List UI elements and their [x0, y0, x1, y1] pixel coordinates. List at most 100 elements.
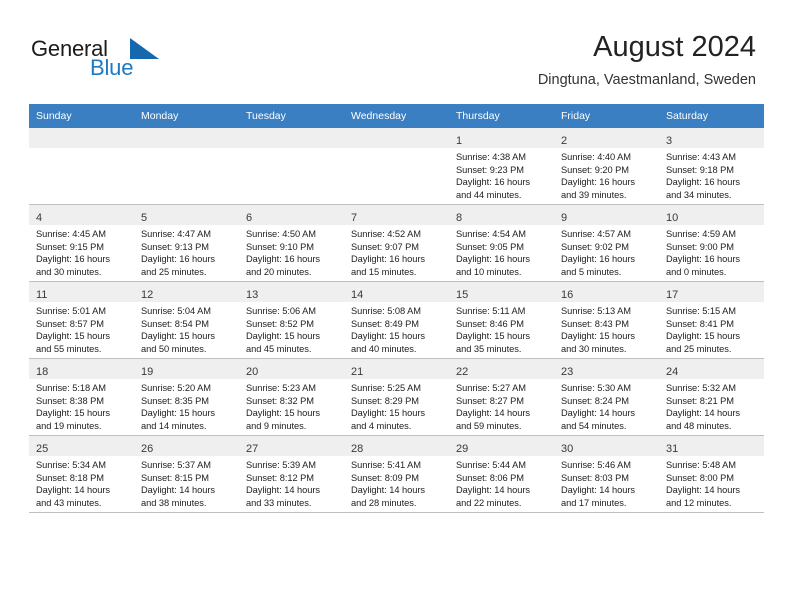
day-cell-inner: 1 Sunrise: 4:38 AM Sunset: 9:23 PM Daylight… [449, 128, 554, 204]
calendar-day-cell[interactable]: 26 Sunrise: 5:37 AM Sunset: 8:15 PM Dayligh… [134, 435, 239, 513]
day-cell-inner [344, 128, 449, 204]
daylight-text: Daylight: 15 hours [561, 331, 636, 342]
sunrise-text: Sunrise: 5:32 AM [666, 383, 736, 393]
day-number-band [134, 128, 239, 148]
daylight-text: and 19 minutes. [36, 420, 102, 431]
calendar-day-cell[interactable]: 5 Sunrise: 4:47 AM Sunset: 9:13 PM Daylight… [134, 204, 239, 282]
sunset-text: Sunset: 8:46 PM [456, 318, 524, 329]
day-cell-inner: 22 Sunrise: 5:27 AM Sunset: 8:27 PM Dayligh… [449, 359, 554, 435]
calendar-day-cell[interactable]: 2 Sunrise: 4:40 AM Sunset: 9:20 PM Daylight… [554, 128, 659, 205]
day-cell-inner: 9 Sunrise: 4:57 AM Sunset: 9:02 PM Daylight… [554, 205, 659, 281]
sun-info-block: Sunrise: 5:23 AM Sunset: 8:32 PM Daylight:… [246, 382, 338, 432]
daylight-text: and 25 minutes. [666, 343, 732, 354]
calendar-day-cell[interactable]: 15 Sunrise: 5:11 AM Sunset: 8:46 PM Dayligh… [449, 281, 554, 359]
calendar-day-cell[interactable]: 24 Sunrise: 5:32 AM Sunset: 8:21 PM Dayligh… [659, 358, 764, 436]
day-number: 18 [36, 366, 49, 378]
calendar-day-cell[interactable]: 29 Sunrise: 5:44 AM Sunset: 8:06 PM Dayligh… [449, 435, 554, 513]
sunrise-text: Sunrise: 5:18 AM [36, 383, 106, 393]
daylight-text: Daylight: 15 hours [36, 408, 111, 419]
sunrise-text: Sunrise: 5:23 AM [246, 383, 316, 393]
calendar-day-cell[interactable]: 25 Sunrise: 5:34 AM Sunset: 8:18 PM Dayligh… [29, 435, 134, 513]
calendar-day-cell[interactable]: 4 Sunrise: 4:45 AM Sunset: 9:15 PM Daylight… [29, 204, 134, 282]
calendar-day-cell[interactable]: 16 Sunrise: 5:13 AM Sunset: 8:43 PM Dayligh… [554, 281, 659, 359]
calendar-day-cell[interactable]: 31 Sunrise: 5:48 AM Sunset: 8:00 PM Dayligh… [659, 435, 764, 513]
weekday-header-row: Sunday Monday Tuesday Wednesday Thursday Frid… [29, 104, 764, 128]
daylight-text: Daylight: 14 hours [141, 485, 216, 496]
calendar-day-cell[interactable]: 6 Sunrise: 4:50 AM Sunset: 9:10 PM Daylight… [239, 204, 344, 282]
logo-text-blue: Blue [90, 55, 134, 80]
calendar-day-cell[interactable]: 7 Sunrise: 4:52 AM Sunset: 9:07 PM Daylight… [344, 204, 449, 282]
day-number-band: 7 [344, 205, 449, 225]
calendar-day-cell[interactable]: 10 Sunrise: 4:59 AM Sunset: 9:00 PM Dayligh… [659, 204, 764, 282]
calendar-day-cell[interactable]: 8 Sunrise: 4:54 AM Sunset: 9:05 PM Daylight… [449, 204, 554, 282]
day-number: 25 [36, 443, 49, 455]
sun-info-block: Sunrise: 5:30 AM Sunset: 8:24 PM Daylight:… [561, 382, 653, 432]
general-blue-logo[interactable]: General Blue [31, 36, 211, 84]
calendar-day-cell[interactable]: 14 Sunrise: 5:08 AM Sunset: 8:49 PM Dayligh… [344, 281, 449, 359]
day-number-band [239, 128, 344, 148]
calendar-day-cell[interactable]: 11 Sunrise: 5:01 AM Sunset: 8:57 PM Dayligh… [29, 281, 134, 359]
day-cell-inner: 23 Sunrise: 5:30 AM Sunset: 8:24 PM Dayligh… [554, 359, 659, 435]
day-number-band: 3 [659, 128, 764, 148]
daylight-text: Daylight: 16 hours [351, 254, 426, 265]
page-subtitle: Dingtuna, Vaestmanland, Sweden [537, 72, 756, 88]
calendar-day-cell[interactable]: 28 Sunrise: 5:41 AM Sunset: 8:09 PM Dayligh… [344, 435, 449, 513]
day-cell-inner: 31 Sunrise: 5:48 AM Sunset: 8:00 PM Dayligh… [659, 436, 764, 512]
daylight-text: Daylight: 14 hours [561, 408, 636, 419]
sunrise-text: Sunrise: 4:52 AM [351, 229, 421, 239]
weekday-header-wednesday: Wednesday [344, 104, 449, 128]
sun-info-block: Sunrise: 5:44 AM Sunset: 8:06 PM Daylight:… [456, 459, 548, 509]
daylight-text: Daylight: 15 hours [666, 331, 741, 342]
calendar-day-cell[interactable]: 9 Sunrise: 4:57 AM Sunset: 9:02 PM Daylight… [554, 204, 659, 282]
calendar-day-cell[interactable]: 17 Sunrise: 5:15 AM Sunset: 8:41 PM Dayligh… [659, 281, 764, 359]
sunset-text: Sunset: 8:15 PM [141, 472, 209, 483]
sunrise-text: Sunrise: 5:41 AM [351, 460, 421, 470]
daylight-text: Daylight: 14 hours [561, 485, 636, 496]
calendar-day-cell[interactable]: 12 Sunrise: 5:04 AM Sunset: 8:54 PM Dayligh… [134, 281, 239, 359]
sunrise-text: Sunrise: 5:27 AM [456, 383, 526, 393]
calendar-day-cell[interactable]: 20 Sunrise: 5:23 AM Sunset: 8:32 PM Dayligh… [239, 358, 344, 436]
day-cell-inner: 4 Sunrise: 4:45 AM Sunset: 9:15 PM Daylight… [29, 205, 134, 281]
day-number: 23 [561, 366, 574, 378]
sunset-text: Sunset: 8:18 PM [36, 472, 104, 483]
sunrise-text: Sunrise: 5:30 AM [561, 383, 631, 393]
calendar-day-cell[interactable]: 3 Sunrise: 4:43 AM Sunset: 9:18 PM Daylight… [659, 128, 764, 205]
day-cell-inner: 19 Sunrise: 5:20 AM Sunset: 8:35 PM Dayligh… [134, 359, 239, 435]
daylight-text: and 12 minutes. [666, 497, 732, 508]
day-number-band: 22 [449, 359, 554, 379]
calendar-day-cell[interactable]: 30 Sunrise: 5:46 AM Sunset: 8:03 PM Dayligh… [554, 435, 659, 513]
daylight-text: Daylight: 15 hours [36, 331, 111, 342]
calendar-cell-empty [134, 128, 239, 205]
daylight-text: Daylight: 15 hours [246, 331, 321, 342]
sunset-text: Sunset: 8:00 PM [666, 472, 734, 483]
day-cell-inner: 30 Sunrise: 5:46 AM Sunset: 8:03 PM Dayligh… [554, 436, 659, 512]
day-cell-inner: 14 Sunrise: 5:08 AM Sunset: 8:49 PM Dayligh… [344, 282, 449, 358]
calendar-day-cell[interactable]: 19 Sunrise: 5:20 AM Sunset: 8:35 PM Dayligh… [134, 358, 239, 436]
day-number-band: 6 [239, 205, 344, 225]
daylight-text: Daylight: 14 hours [36, 485, 111, 496]
daylight-text: and 40 minutes. [351, 343, 417, 354]
calendar-day-cell[interactable]: 22 Sunrise: 5:27 AM Sunset: 8:27 PM Dayligh… [449, 358, 554, 436]
day-number: 24 [666, 366, 679, 378]
daylight-text: and 9 minutes. [246, 420, 307, 431]
sunset-text: Sunset: 9:10 PM [246, 241, 314, 252]
sunrise-text: Sunrise: 5:11 AM [456, 306, 526, 316]
calendar-day-cell[interactable]: 21 Sunrise: 5:25 AM Sunset: 8:29 PM Dayligh… [344, 358, 449, 436]
day-cell-inner: 26 Sunrise: 5:37 AM Sunset: 8:15 PM Dayligh… [134, 436, 239, 512]
sunrise-text: Sunrise: 4:40 AM [561, 152, 631, 162]
calendar-day-cell[interactable]: 27 Sunrise: 5:39 AM Sunset: 8:12 PM Dayligh… [239, 435, 344, 513]
calendar-cell-empty [29, 128, 134, 205]
calendar-day-cell[interactable]: 18 Sunrise: 5:18 AM Sunset: 8:38 PM Dayligh… [29, 358, 134, 436]
day-number-band: 1 [449, 128, 554, 148]
day-number-band: 30 [554, 436, 659, 456]
calendar-day-cell[interactable]: 13 Sunrise: 5:06 AM Sunset: 8:52 PM Dayligh… [239, 281, 344, 359]
weekday-header-tuesday: Tuesday [239, 104, 344, 128]
daylight-text: Daylight: 16 hours [561, 177, 636, 188]
day-cell-inner: 13 Sunrise: 5:06 AM Sunset: 8:52 PM Dayligh… [239, 282, 344, 358]
calendar-day-cell[interactable]: 23 Sunrise: 5:30 AM Sunset: 8:24 PM Dayligh… [554, 358, 659, 436]
daylight-text: Daylight: 15 hours [246, 408, 321, 419]
calendar-day-cell[interactable]: 1 Sunrise: 4:38 AM Sunset: 9:23 PM Daylight… [449, 128, 554, 205]
daylight-text: and 45 minutes. [246, 343, 312, 354]
sunset-text: Sunset: 9:02 PM [561, 241, 629, 252]
day-number-band: 19 [134, 359, 239, 379]
